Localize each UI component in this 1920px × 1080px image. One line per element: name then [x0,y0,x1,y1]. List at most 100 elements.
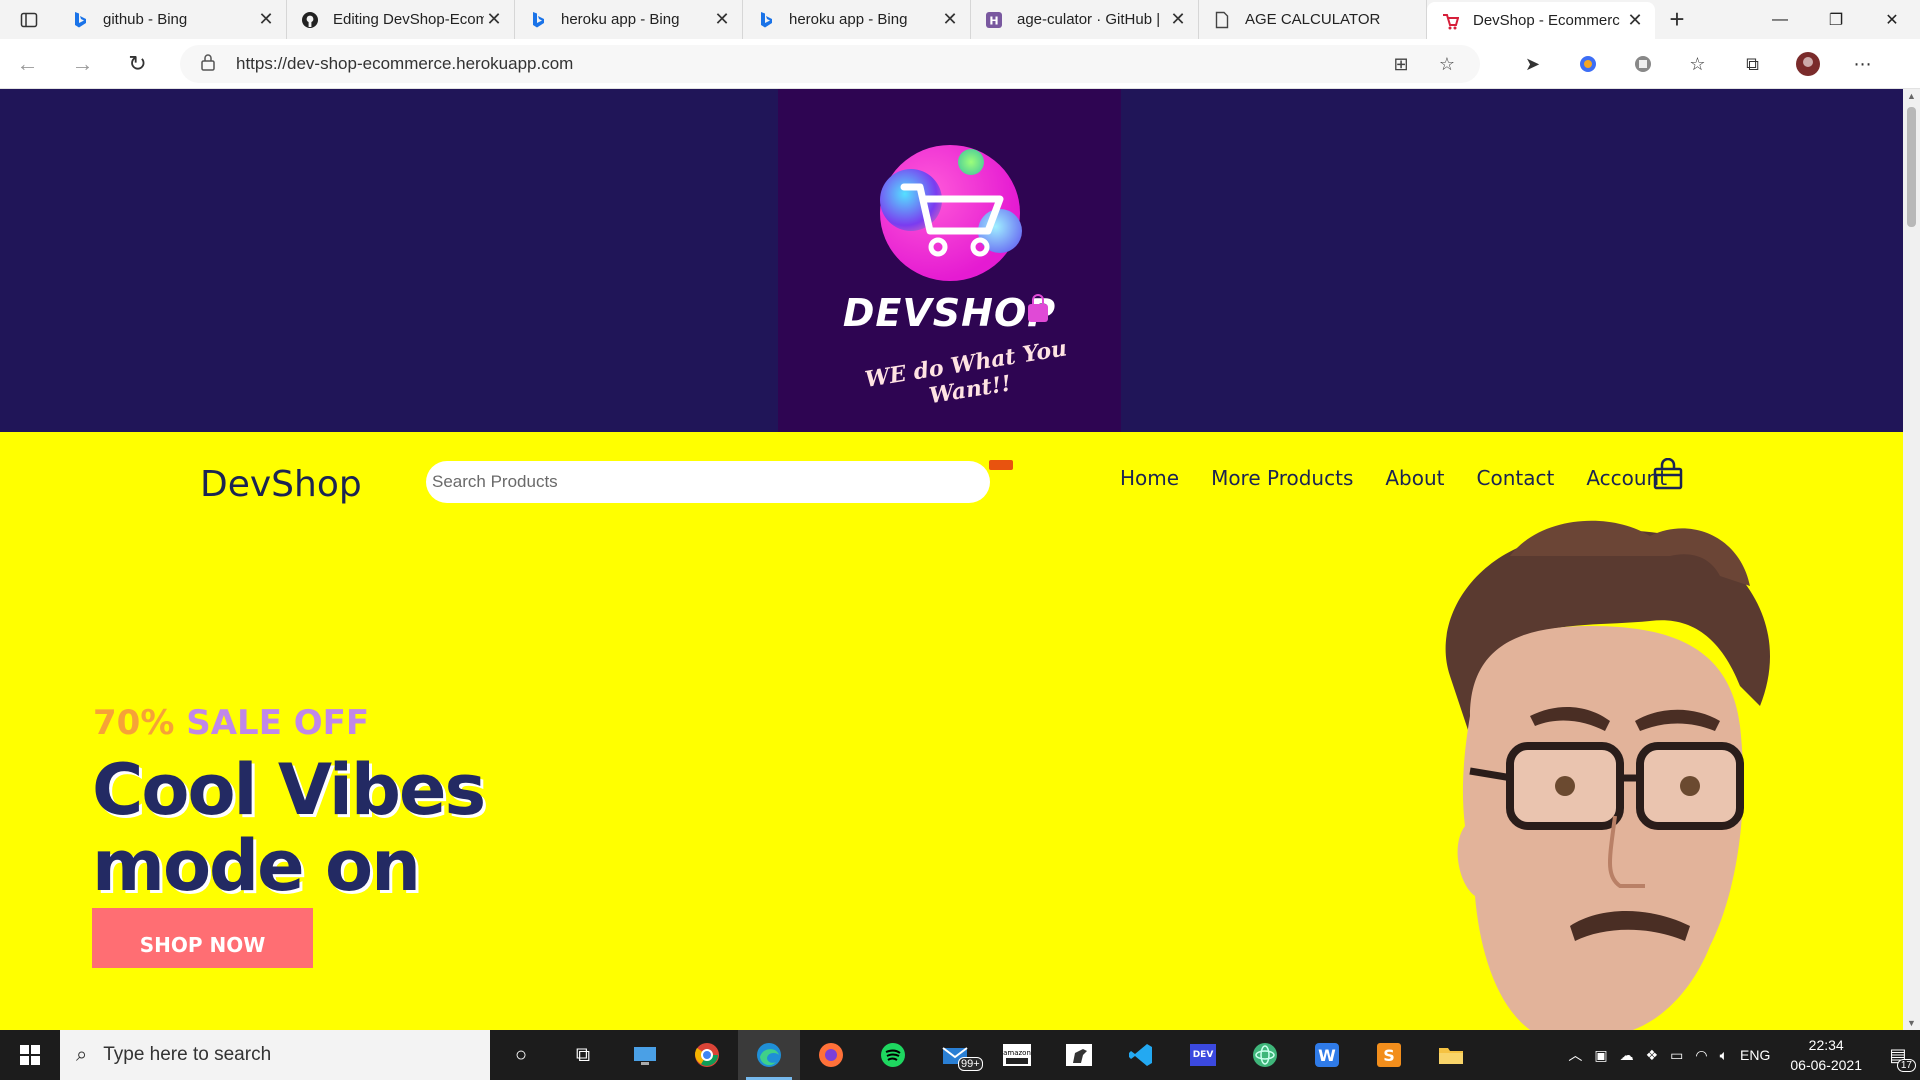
logo-title: DEVSHOP [842,291,1057,335]
svg-text:H: H [989,14,998,27]
browser-tab[interactable]: heroku app - Bing ✕ [743,0,971,39]
chrome-icon[interactable] [676,1030,738,1080]
svg-text:S: S [1383,1046,1395,1065]
edge-icon[interactable] [738,1030,800,1080]
more-menu-icon[interactable]: ⋯ [1835,39,1890,89]
sale-text: SALE OFF [186,703,370,743]
taskbar-apps: ○ ⧉ 99+ amazon DEV W S [490,1030,1482,1080]
meet-now-icon[interactable]: ▣ [1588,1047,1613,1064]
new-tab-button[interactable]: + [1655,4,1699,35]
site-brand[interactable]: DevShop [200,464,362,505]
browser-tab[interactable]: H age-culator · GitHub | ✕ [971,0,1199,39]
sale-label: 70% SALE OFF [93,703,369,743]
refresh-icon[interactable]: ↻ [110,39,165,89]
forward-arrow-icon[interactable]: → [55,39,110,89]
minimize-icon[interactable]: — [1752,0,1808,39]
file-explorer-icon[interactable] [1420,1030,1482,1080]
profile-avatar[interactable] [1780,39,1835,89]
hero-section: DevShop Home More Products About Contact… [0,432,1903,1030]
github-icon [301,11,319,29]
dino-game-icon[interactable] [1048,1030,1110,1080]
hero-portrait-image [1445,520,1770,1030]
language-indicator[interactable]: ENG [1734,1047,1776,1063]
window-controls: — ❐ ✕ [1752,0,1920,39]
add-favorite-icon[interactable]: ☆ [1424,54,1470,75]
collections-icon[interactable]: ⧉ [1725,39,1780,89]
headline-line: mode on [92,825,421,907]
extension-circle-icon[interactable] [1560,39,1615,89]
nav-about[interactable]: About [1385,466,1444,490]
sublime-icon[interactable]: S [1358,1030,1420,1080]
volume-icon[interactable]: 🔈︎ [1714,1047,1734,1064]
devshop-icon [1441,12,1459,30]
nav-more-products[interactable]: More Products [1211,466,1353,490]
bing-icon [757,11,775,29]
scroll-up-icon[interactable]: ▲ [1903,91,1920,101]
close-icon[interactable]: ✕ [1168,9,1188,30]
close-icon[interactable]: ✕ [484,9,504,30]
scrollbar-thumb[interactable] [1907,107,1916,227]
logo-tagline: WE do What You Want!! [863,335,1069,410]
top-banner: DEVSHOP WE do What You Want!! [0,89,1903,432]
windows-start-icon[interactable] [0,1030,60,1080]
spotify-icon[interactable] [862,1030,924,1080]
svg-text:DEV: DEV [1193,1050,1214,1060]
show-hidden-icon[interactable]: ︿ [1562,1045,1588,1065]
notification-count: 17 [1896,1058,1916,1072]
tab-actions-icon[interactable] [0,0,57,39]
dev-to-icon[interactable]: DEV [1172,1030,1234,1080]
cortana-icon[interactable]: ○ [490,1030,552,1080]
restore-icon[interactable]: ❐ [1808,0,1864,39]
nav-home[interactable]: Home [1120,466,1179,490]
address-bar[interactable]: https://dev-shop-ecommerce.herokuapp.com… [180,45,1480,83]
bing-icon [71,11,89,29]
onedrive-icon[interactable]: ☁ [1614,1047,1640,1064]
mail-icon[interactable]: 99+ [924,1030,986,1080]
atom-icon[interactable] [1234,1030,1296,1080]
browser-tab[interactable]: AGE CALCULATOR [1199,0,1427,39]
browser-tab-strip: github - Bing ✕ Editing DevShop-Ecom ✕ h… [0,0,1920,39]
task-view-icon[interactable]: ⧉ [552,1030,614,1080]
shop-now-button[interactable]: SHOP NOW [92,908,313,968]
clock[interactable]: 22:34 06-06-2021 [1776,1035,1876,1075]
heroku-icon: H [985,11,1003,29]
favorites-icon[interactable]: ☆ [1670,39,1725,89]
cart-bag-icon[interactable] [1653,458,1683,490]
svg-text:amazon: amazon [1003,1049,1031,1057]
search-button[interactable] [989,460,1013,470]
app-available-icon[interactable]: ⊞ [1378,54,1424,75]
browser-tab-active[interactable]: DevShop - Ecommerc ✕ [1427,2,1655,39]
scroll-down-icon[interactable]: ▼ [1903,1018,1920,1028]
close-icon[interactable]: ✕ [1625,10,1645,31]
notification-center-icon[interactable]: ▤ 17 [1876,1045,1920,1072]
wifi-icon[interactable]: ◠ [1689,1047,1713,1064]
bing-icon [529,11,547,29]
browser-tab[interactable]: Editing DevShop-Ecom ✕ [287,0,515,39]
search-icon: ⌕ [76,1043,88,1066]
nav-contact[interactable]: Contact [1477,466,1555,490]
close-window-icon[interactable]: ✕ [1864,0,1920,39]
back-arrow-icon[interactable]: ← [0,39,55,89]
vscode-icon[interactable] [1110,1030,1172,1080]
page-viewport: DEVSHOP WE do What You Want!! DevShop Ho… [0,89,1903,1030]
extension-cursor-icon[interactable]: ➤ [1505,39,1560,89]
battery-icon[interactable]: ▭ [1664,1047,1689,1064]
browser-tab[interactable]: github - Bing ✕ [57,0,287,39]
page-scrollbar[interactable]: ▲ ▼ [1903,89,1920,1030]
tab-title: heroku app - Bing [789,11,908,28]
shopping-cart-icon [900,183,1004,257]
amazon-icon[interactable]: amazon [986,1030,1048,1080]
hero-headline: Cool Vibes mode on [92,752,592,904]
close-icon[interactable]: ✕ [712,9,732,30]
taskbar-search-box[interactable]: ⌕ Type here to search [60,1030,490,1080]
firefox-icon[interactable] [800,1030,862,1080]
browser-tab[interactable]: heroku app - Bing ✕ [515,0,743,39]
dropbox-icon[interactable]: ❖ [1640,1047,1665,1064]
close-icon[interactable]: ✕ [256,9,276,30]
devshop-logo: DEVSHOP WE do What You Want!! [778,89,1121,432]
close-icon[interactable]: ✕ [940,9,960,30]
desktop-app-icon[interactable] [614,1030,676,1080]
search-input[interactable] [426,461,990,503]
writer-icon[interactable]: W [1296,1030,1358,1080]
extension-record-icon[interactable] [1615,39,1670,89]
